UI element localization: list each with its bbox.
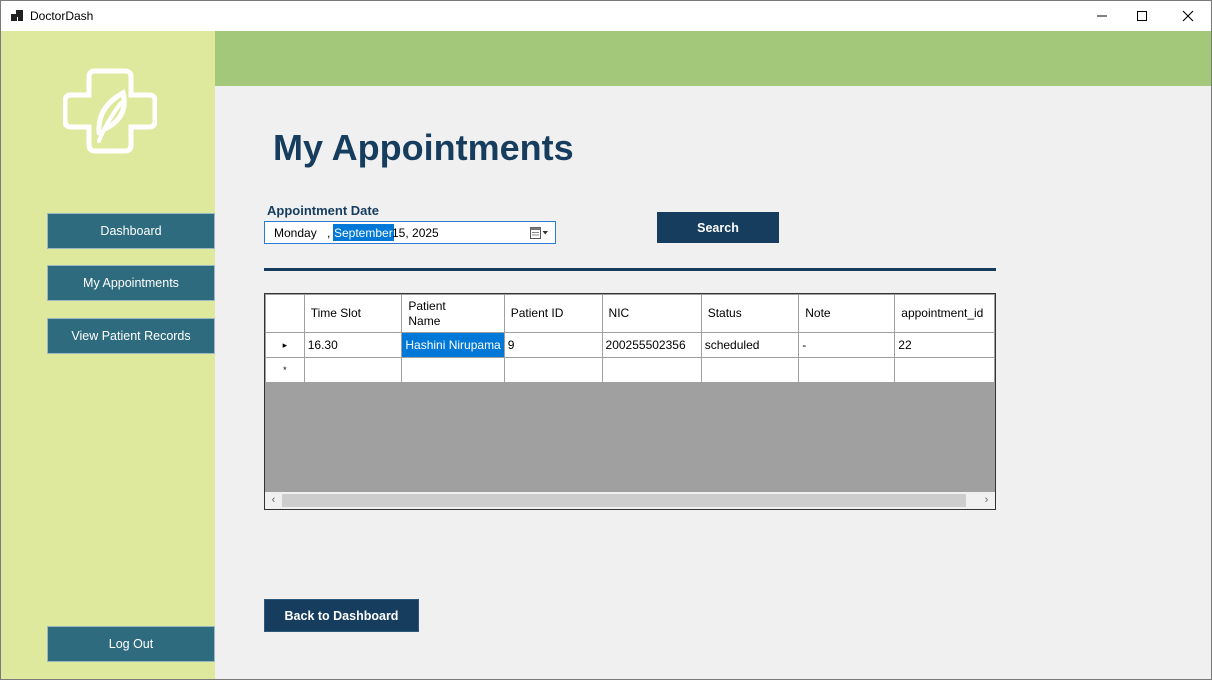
row-header-corner — [265, 294, 305, 333]
column-header[interactable]: Note — [798, 294, 896, 333]
back-to-dashboard-button[interactable]: Back to Dashboard — [264, 599, 419, 632]
appointment-date-label: Appointment Date — [267, 203, 379, 218]
calendar-dropdown-icon[interactable] — [529, 226, 549, 240]
sidebar-item-label: My Appointments — [83, 276, 179, 290]
title-bar[interactable]: DoctorDash — [1, 1, 1211, 31]
table-cell[interactable] — [894, 357, 995, 383]
current-row-marker-icon[interactable]: ▸ — [265, 332, 305, 358]
window-title: DoctorDash — [30, 9, 94, 23]
table-cell[interactable]: 9 — [503, 332, 603, 358]
column-header[interactable]: Status — [700, 294, 800, 333]
date-separator: , — [327, 226, 331, 240]
column-header[interactable]: appointment_id — [894, 294, 995, 333]
table-cell[interactable] — [798, 357, 896, 383]
table-header-row: Time Slot Patient Name Patient ID NIC Sta… — [265, 294, 995, 333]
logout-label: Log Out — [108, 637, 154, 651]
sidebar-item-label: View Patient Records — [71, 329, 191, 343]
appointments-table: Time Slot Patient Name Patient ID NIC Sta… — [265, 294, 995, 383]
logout-button[interactable]: Log Out — [47, 626, 215, 662]
scrollbar-thumb[interactable] — [282, 494, 966, 507]
header-band — [215, 31, 1211, 86]
sidebar-item-view-patient-records[interactable]: View Patient Records — [47, 318, 215, 354]
app-window: DoctorDash Dashboard My Appointments Vie… — [0, 0, 1212, 680]
date-month-selected[interactable]: September — [333, 224, 394, 241]
maximize-icon — [1137, 11, 1147, 21]
medical-cross-leaf-logo — [63, 68, 157, 154]
table-cell[interactable]: 22 — [894, 332, 995, 358]
sidebar-item-my-appointments[interactable]: My Appointments — [47, 265, 215, 301]
close-button[interactable] — [1165, 1, 1211, 31]
table-cell[interactable]: 200255502356 — [601, 332, 702, 358]
appointments-grid[interactable]: Time Slot Patient Name Patient ID NIC Sta… — [264, 293, 996, 510]
minimize-icon — [1097, 15, 1107, 17]
sidebar: Dashboard My Appointments View Patient R… — [1, 31, 215, 679]
scroll-left-icon[interactable]: ‹ — [267, 494, 280, 507]
column-header[interactable]: Patient Name — [401, 294, 505, 333]
new-row[interactable]: * — [265, 357, 995, 383]
table-cell[interactable] — [503, 357, 603, 383]
table-cell[interactable]: 16.30 — [303, 332, 403, 358]
appointment-date-picker[interactable]: Monday , September 15, 2025 — [264, 221, 556, 244]
table-cell[interactable] — [700, 357, 800, 383]
table-cell[interactable]: - — [798, 332, 896, 358]
table-cell[interactable]: scheduled — [700, 332, 800, 358]
new-row-marker-icon[interactable]: * — [265, 357, 305, 383]
table-cell[interactable] — [401, 357, 505, 383]
divider — [264, 268, 996, 271]
column-header[interactable]: Time Slot — [303, 294, 403, 333]
table-cell[interactable] — [303, 357, 403, 383]
table-row[interactable]: ▸ 16.30 Hashini Nirupama 9 200255502356 … — [265, 332, 995, 358]
sidebar-item-dashboard[interactable]: Dashboard — [47, 213, 215, 249]
column-header[interactable]: Patient ID — [503, 294, 603, 333]
sidebar-item-label: Dashboard — [100, 224, 162, 238]
search-button[interactable]: Search — [657, 212, 779, 243]
horizontal-scrollbar[interactable]: ‹ › — [265, 492, 995, 509]
table-cell-selected[interactable]: Hashini Nirupama — [401, 332, 505, 358]
scroll-right-icon[interactable]: › — [980, 494, 993, 507]
table-cell[interactable] — [601, 357, 702, 383]
page-title: My Appointments — [273, 127, 574, 168]
app-window-icon — [11, 10, 23, 22]
column-header[interactable]: NIC — [601, 294, 702, 333]
maximize-button[interactable] — [1119, 1, 1165, 31]
date-day: Monday — [274, 226, 317, 240]
close-icon — [1182, 10, 1194, 22]
date-day-year: 15, 2025 — [392, 226, 439, 240]
